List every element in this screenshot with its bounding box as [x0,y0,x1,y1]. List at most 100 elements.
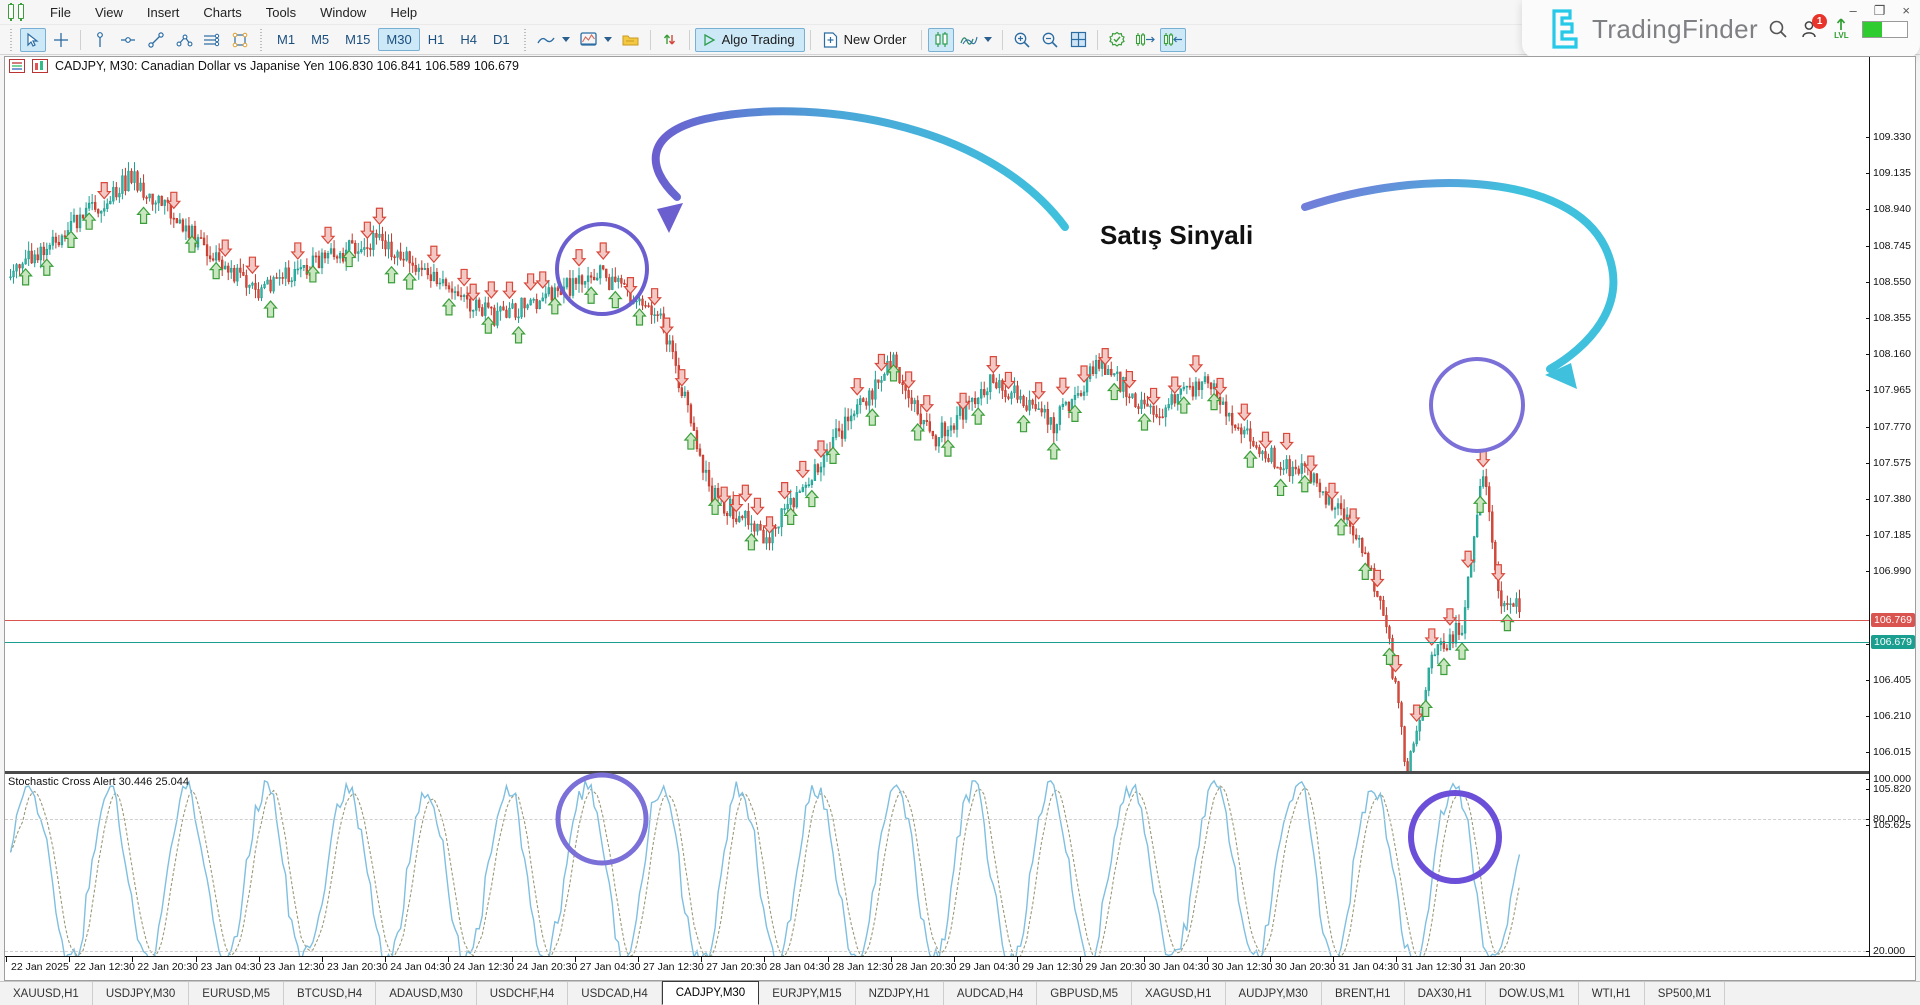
new-order-icon [823,32,838,48]
timeframe-m15[interactable]: M15 [337,28,378,51]
cursor-icon[interactable] [20,28,46,52]
chart-window[interactable]: CADJPY, M30: Canadian Dollar vs Japanise… [4,56,1916,981]
symbol-tab[interactable]: NZDJPY,H1 [856,982,944,1005]
symbol-tab[interactable]: DOW.US,M1 [1486,982,1579,1005]
horizontal-line-icon[interactable] [115,28,141,52]
toolbar-grip-2[interactable] [258,29,265,51]
stochastic-tick: 80.000 [1870,813,1905,825]
toolbar-grip[interactable] [8,29,15,51]
shift-right-icon[interactable] [1132,28,1158,52]
symbol-tab[interactable]: DAX30,H1 [1405,982,1486,1005]
price-tick: 108.940 [1870,203,1911,215]
zoom-in-icon[interactable] [1009,28,1035,52]
tradingfinder-label: TradingFinder [1592,14,1758,45]
symbol-tab[interactable]: XAUUSD,H1 [0,982,93,1005]
menu-item-help[interactable]: Help [378,2,429,23]
time-tick: 28 Jan 20:30 [896,961,957,973]
arrows-icon[interactable] [657,28,683,52]
symbol-tab[interactable]: BTCUSD,H4 [284,982,376,1005]
stochastic-level-line [5,951,1871,952]
timeframe-m1[interactable]: M1 [269,28,303,51]
new-order-button[interactable]: New Order [816,28,917,52]
menu-item-window[interactable]: Window [308,2,378,23]
indicators-dropdown-icon[interactable] [604,37,612,42]
symbol-tab[interactable]: WTI,H1 [1579,982,1645,1005]
price-axis[interactable]: 109.330109.135108.940108.745108.550108.3… [1869,57,1915,980]
vertical-line-icon[interactable] [87,28,113,52]
menu-item-file[interactable]: File [38,2,83,23]
timeframe-h4[interactable]: H4 [452,28,485,51]
tradingfinder-logo-icon [1546,9,1582,49]
timeframe-m5[interactable]: M5 [303,28,337,51]
price-tick: 106.405 [1870,674,1911,686]
minimize-button[interactable]: – [1850,4,1857,17]
price-tick: 108.745 [1870,240,1911,252]
line-chart-icon[interactable] [534,28,560,52]
indicator-label: Stochastic Cross Alert 30.446 25.044 [8,776,189,788]
shapes-icon[interactable] [227,28,253,52]
symbol-tab[interactable]: EURJPY,M15 [759,982,855,1005]
brand-actions: 1 LVL [1768,18,1908,40]
stochastic-level-line [5,819,1871,820]
timeframe-h1[interactable]: H1 [420,28,453,51]
maximize-button[interactable]: ❐ [1874,4,1886,17]
price-tick: 108.355 [1870,312,1911,324]
symbol-tab[interactable]: EURUSD,M5 [189,982,284,1005]
symbol-tab[interactable]: USDCAD,H4 [568,982,661,1005]
templates-folder-icon[interactable] [618,28,644,52]
symbol-tab[interactable]: ADAUSD,M30 [376,982,477,1005]
metatrader-logo-icon [6,3,28,21]
symbol-tab[interactable]: AUDCAD,H4 [944,982,1037,1005]
symbol-tab[interactable]: AUDJPY,M30 [1226,982,1322,1005]
level-indicator-icon[interactable]: LVL [1834,18,1849,40]
timeframe-m30[interactable]: M30 [378,28,419,51]
time-axis[interactable]: 22 Jan 202522 Jan 12:3022 Jan 20:3023 Ja… [5,956,1916,980]
zoom-out-icon[interactable] [1037,28,1063,52]
menu-item-view[interactable]: View [83,2,135,23]
toolbar-grip-3[interactable] [522,29,529,51]
time-tick: 23 Jan 12:30 [264,961,325,973]
chart-title-bar: CADJPY, M30: Canadian Dollar vs Japanise… [9,59,519,73]
time-tick: 22 Jan 12:30 [74,961,135,973]
oscillator-icon[interactable] [956,28,982,52]
symbol-tab[interactable]: USDCHF,H4 [477,982,569,1005]
equidistant-channel-icon[interactable] [199,28,225,52]
account-icon[interactable]: 1 [1801,19,1821,39]
price-panel[interactable] [5,57,1871,771]
time-tick: 23 Jan 20:30 [327,961,388,973]
symbol-tab[interactable]: XAGUSD,H1 [1132,982,1225,1005]
expert-advisor-icon[interactable] [1104,28,1130,52]
symbol-tab[interactable]: BRENT,H1 [1322,982,1405,1005]
symbol-tab[interactable]: USDJPY,M30 [93,982,189,1005]
symbol-tab[interactable]: GBPUSD,M5 [1037,982,1132,1005]
time-tick: 30 Jan 04:30 [1149,961,1210,973]
candlestick-icon[interactable] [928,28,954,52]
shift-left-icon[interactable] [1160,28,1186,52]
notification-badge: 1 [1812,14,1827,29]
algo-trading-button[interactable]: Algo Trading [695,28,805,52]
symbol-tab[interactable]: SP500,M1 [1645,982,1726,1005]
price-chart-svg [5,57,1871,771]
menu-item-tools[interactable]: Tools [254,2,308,23]
trendline-icon[interactable] [143,28,169,52]
search-icon[interactable] [1768,19,1788,39]
timeframe-d1[interactable]: D1 [485,28,518,51]
polyline-icon[interactable] [171,28,197,52]
oscillator-dropdown-icon[interactable] [984,37,992,42]
stochastic-panel[interactable]: Stochastic Cross Alert 30.446 25.044 [5,774,1871,979]
symbol-tab[interactable]: CADJPY,M30 [662,981,759,1005]
time-tick: 22 Jan 20:30 [137,961,198,973]
price-tick: 107.770 [1870,421,1911,433]
crosshair-icon[interactable] [48,28,74,52]
menu-item-insert[interactable]: Insert [135,2,192,23]
indicators-icon[interactable] [576,28,602,52]
close-button[interactable]: × [1902,4,1910,17]
chart-type-dropdown-icon[interactable] [562,37,570,42]
price-tick: 107.185 [1870,529,1911,541]
time-tick: 29 Jan 04:30 [959,961,1020,973]
algo-trading-label: Algo Trading [722,32,795,47]
tile-windows-icon[interactable] [1065,28,1091,52]
time-tick: 27 Jan 04:30 [580,961,641,973]
menu-item-charts[interactable]: Charts [191,2,253,23]
time-tick: 28 Jan 04:30 [769,961,830,973]
